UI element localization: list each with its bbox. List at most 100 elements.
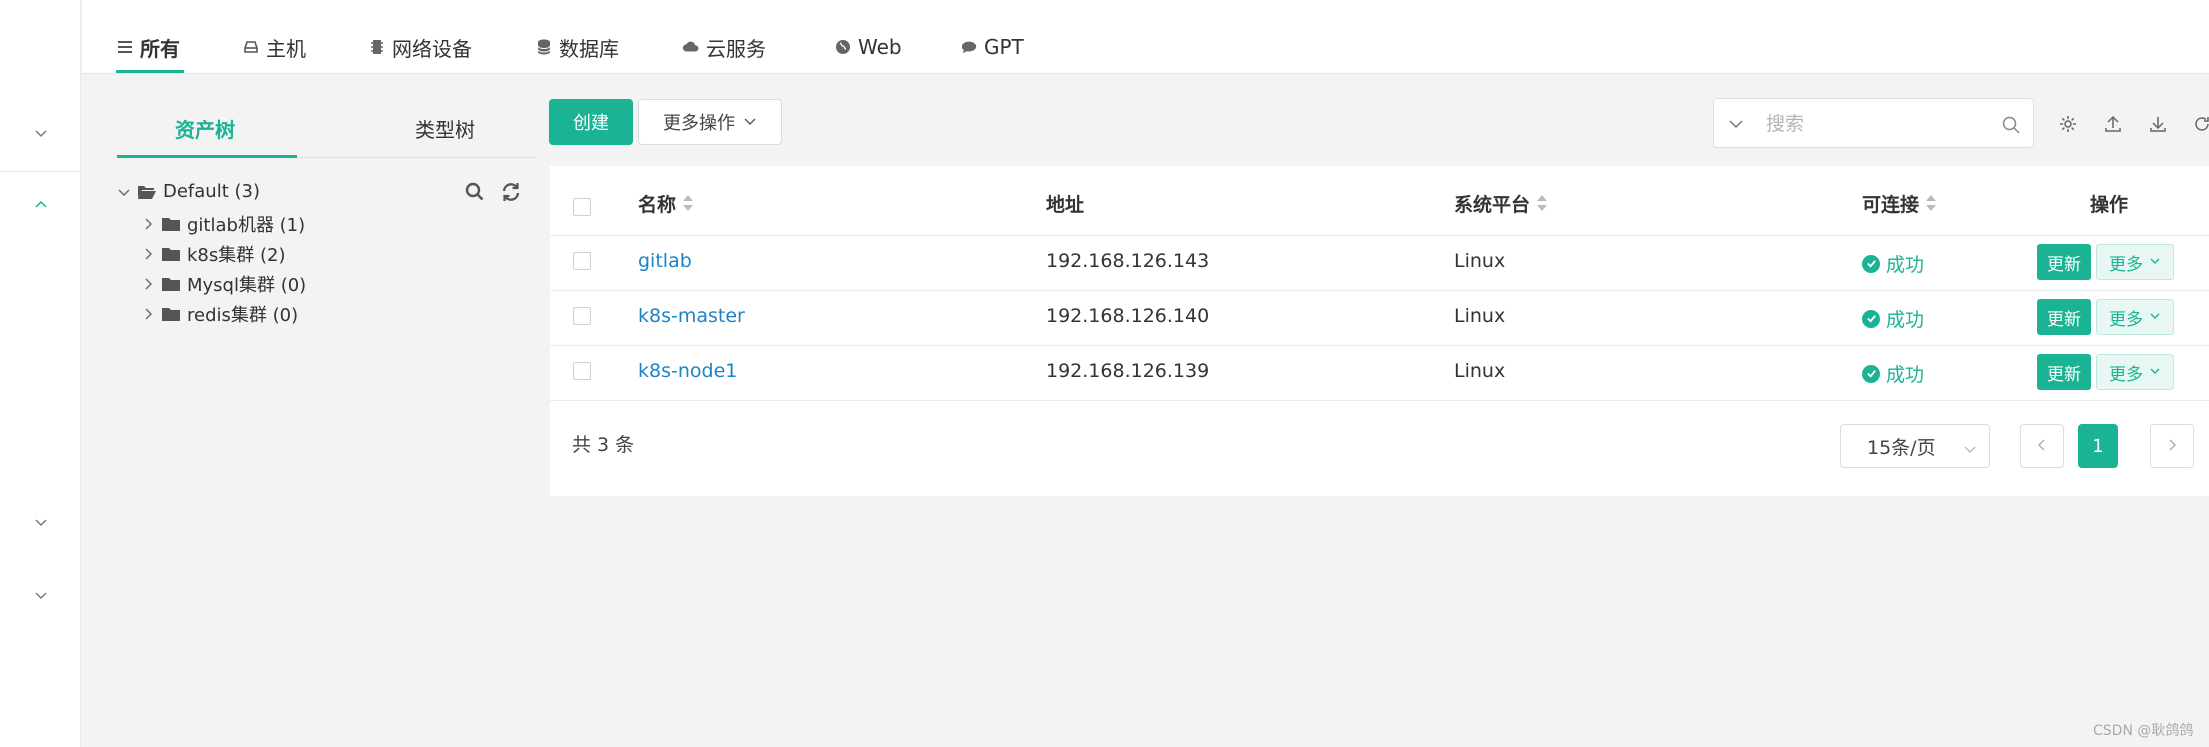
total-count: 共 3 条 <box>572 434 635 456</box>
tree-toolbar <box>464 181 522 203</box>
column-header-name[interactable]: 名称 <box>638 186 694 220</box>
asset-table: 名称 地址 系统平台 可连接 操作 gitlab 192.168.126.143… <box>550 166 2209 496</box>
tab-gpt[interactable]: GPT <box>960 30 1024 64</box>
tab-host[interactable]: 主机 <box>242 30 306 64</box>
select-all-checkbox[interactable] <box>573 198 591 216</box>
status-text: 成功 <box>1886 309 1925 331</box>
tab-asset-tree[interactable]: 资产树 <box>175 114 235 143</box>
tab-cloud[interactable]: 云服务 <box>682 30 766 64</box>
asset-platform: Linux <box>1454 305 1506 327</box>
refresh-icon[interactable] <box>500 181 522 203</box>
tab-label: 主机 <box>266 36 306 61</box>
chevron-up-icon[interactable] <box>33 197 49 213</box>
upload-icon[interactable] <box>2103 114 2123 134</box>
asset-name-link[interactable]: gitlab <box>638 250 692 272</box>
list-icon <box>116 38 134 56</box>
chevron-right-icon[interactable] <box>141 277 155 291</box>
left-sidebar <box>0 0 81 747</box>
tab-label: Web <box>858 35 902 59</box>
row-divider <box>550 345 2209 346</box>
search-input[interactable] <box>1766 109 1986 139</box>
sort-icon[interactable] <box>1925 193 1937 213</box>
prev-page-button[interactable] <box>2020 424 2064 468</box>
row-checkbox[interactable] <box>573 362 591 380</box>
page-size-value: 15条/页 <box>1867 436 1936 459</box>
header-label: 地址 <box>1046 193 1085 216</box>
page-size-select[interactable]: 15条/页 <box>1840 424 1990 468</box>
next-page-button[interactable] <box>2150 424 2194 468</box>
active-tab-indicator <box>116 70 184 73</box>
update-button[interactable]: 更新 <box>2037 354 2091 390</box>
update-button[interactable]: 更新 <box>2037 244 2091 280</box>
row-more-dropdown[interactable]: 更多 <box>2096 299 2174 335</box>
cloud-icon <box>682 38 700 56</box>
column-header-address: 地址 <box>1046 186 1084 220</box>
tree-node[interactable]: gitlab机器 (1) <box>141 211 305 237</box>
database-icon <box>535 38 553 56</box>
update-button[interactable]: 更新 <box>2037 299 2091 335</box>
column-header-connectivity[interactable]: 可连接 <box>1862 186 1937 220</box>
check-circle-icon <box>1862 364 1880 383</box>
row-checkbox[interactable] <box>573 307 591 325</box>
search-box <box>1713 98 2034 148</box>
tree-node-root[interactable]: Default (3) <box>117 181 260 202</box>
tab-all[interactable]: 所有 <box>116 30 180 64</box>
chevron-right-icon[interactable] <box>141 247 155 261</box>
category-tabs: 所有 主机 网络设备 数据库 云服务 Web GPT <box>82 0 2209 74</box>
tree-node[interactable]: k8s集群 (2) <box>141 241 285 267</box>
chevron-right-icon[interactable] <box>141 307 155 321</box>
asset-platform: Linux <box>1454 360 1506 382</box>
folder-open-icon <box>137 184 157 200</box>
asset-name-link[interactable]: k8s-node1 <box>638 360 737 382</box>
asset-address: 192.168.126.139 <box>1046 360 1210 382</box>
search-icon[interactable] <box>2001 115 2021 135</box>
chevron-down-icon[interactable] <box>117 185 131 199</box>
status-text: 成功 <box>1886 364 1925 386</box>
tab-network-devices[interactable]: 网络设备 <box>368 30 472 64</box>
tab-label: 所有 <box>140 36 180 61</box>
chevron-down-icon <box>743 112 757 133</box>
status-badge: 成功 <box>1862 250 1924 277</box>
more-actions-dropdown[interactable]: 更多操作 <box>638 99 782 145</box>
chevron-down-icon <box>2149 252 2161 272</box>
status-text: 成功 <box>1886 254 1925 276</box>
chevron-down-icon[interactable] <box>33 587 49 603</box>
tab-database[interactable]: 数据库 <box>535 30 619 64</box>
more-label: 更多 <box>2109 364 2143 385</box>
asset-name-link[interactable]: k8s-master <box>638 305 745 327</box>
gear-icon[interactable] <box>2058 114 2078 134</box>
folder-icon <box>161 216 181 232</box>
chevron-right-icon[interactable] <box>141 217 155 231</box>
tree-node-label: Default (3) <box>163 181 260 202</box>
row-more-dropdown[interactable]: 更多 <box>2096 244 2174 280</box>
tab-web[interactable]: Web <box>834 30 902 64</box>
chevron-down-icon[interactable] <box>33 514 49 530</box>
status-badge: 成功 <box>1862 305 1924 332</box>
sort-icon[interactable] <box>682 193 694 213</box>
more-label: 更多 <box>2109 254 2143 275</box>
tab-type-tree[interactable]: 类型树 <box>415 114 475 143</box>
tree-node[interactable]: Mysql集群 (0) <box>141 271 306 297</box>
chip-icon <box>368 38 386 56</box>
download-icon[interactable] <box>2148 114 2168 134</box>
status-badge: 成功 <box>1862 360 1924 387</box>
tree-node[interactable]: redis集群 (0) <box>141 301 298 327</box>
chevron-right-icon <box>2165 437 2179 456</box>
create-button[interactable]: 创建 <box>549 99 633 145</box>
folder-icon <box>161 306 181 322</box>
refresh-icon[interactable] <box>2192 114 2209 134</box>
more-label: 更多 <box>2109 309 2143 330</box>
row-checkbox[interactable] <box>573 252 591 270</box>
tab-label: 网络设备 <box>392 36 472 61</box>
chevron-left-icon <box>2035 437 2049 456</box>
search-icon[interactable] <box>464 181 486 203</box>
column-header-platform[interactable]: 系统平台 <box>1454 186 1548 220</box>
tree-node-label: k8s集群 (2) <box>187 245 286 266</box>
asset-address: 192.168.126.143 <box>1046 250 1210 272</box>
sort-icon[interactable] <box>1536 193 1548 213</box>
chevron-down-icon[interactable] <box>1728 116 1744 132</box>
chevron-down-icon[interactable] <box>33 125 49 141</box>
row-more-dropdown[interactable]: 更多 <box>2096 354 2174 390</box>
row-divider <box>550 235 2209 236</box>
page-number-current[interactable]: 1 <box>2078 424 2118 468</box>
